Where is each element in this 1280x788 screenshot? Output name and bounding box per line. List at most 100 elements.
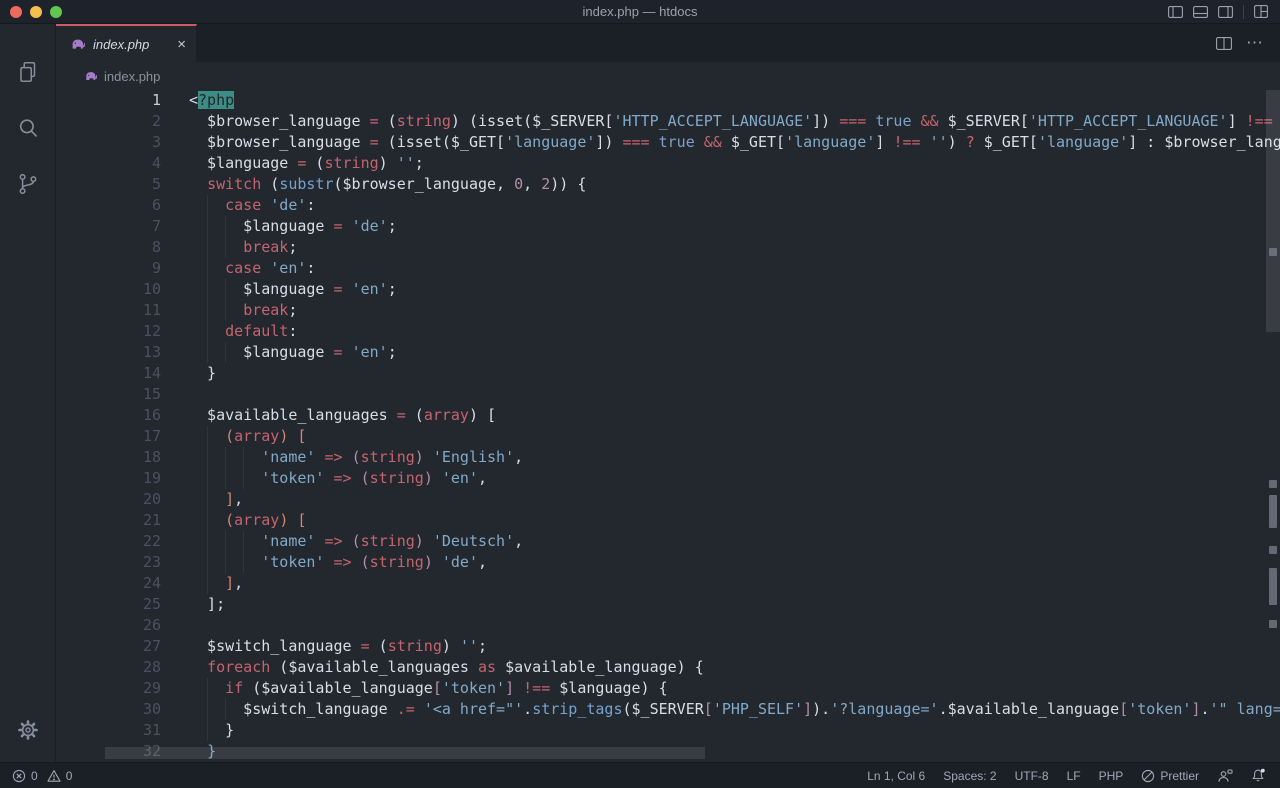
code-line[interactable]: 15 — [56, 384, 1280, 405]
horizontal-scrollbar[interactable] — [105, 747, 705, 759]
code-text[interactable]: 'name' => (string) 'English', — [161, 447, 1280, 468]
indentation-status[interactable]: Spaces: 2 — [943, 769, 996, 783]
code-line[interactable]: 29 if ($available_language['token'] !== … — [56, 678, 1280, 699]
code-text[interactable]: 'token' => (string) 'de', — [161, 552, 1280, 573]
code-text[interactable]: } — [161, 720, 1280, 741]
code-line[interactable]: 25 ]; — [56, 594, 1280, 615]
code-text[interactable]: 'name' => (string) 'Deutsch', — [161, 531, 1280, 552]
code-line[interactable]: 13 $language = 'en'; — [56, 342, 1280, 363]
line-number: 27 — [142, 637, 161, 655]
code-line[interactable]: 21 (array) [ — [56, 510, 1280, 531]
feedback-button[interactable] — [1217, 768, 1233, 783]
code-line[interactable]: 18 'name' => (string) 'English', — [56, 447, 1280, 468]
code-text[interactable]: $browser_language = (isset($_GET['langua… — [161, 132, 1280, 153]
eol-status[interactable]: LF — [1067, 769, 1081, 783]
notifications-button[interactable] — [1251, 768, 1266, 783]
problems-status[interactable]: 0 0 — [12, 769, 72, 783]
code-text[interactable]: (array) [ — [161, 426, 1280, 447]
encoding-status[interactable]: UTF-8 — [1015, 769, 1049, 783]
code-text[interactable]: $language = (string) ''; — [161, 153, 1280, 174]
code-text[interactable]: ], — [161, 489, 1280, 510]
code-text[interactable]: <?php — [161, 90, 1280, 111]
code-text[interactable]: ]; — [161, 594, 1280, 615]
split-editor-button[interactable] — [1216, 36, 1232, 50]
code-line[interactable]: 3 $browser_language = (isset($_GET['lang… — [56, 132, 1280, 153]
indent-guide — [207, 447, 209, 468]
code-line[interactable]: 11 break; — [56, 300, 1280, 321]
code-text[interactable]: $available_languages = (array) [ — [161, 405, 1280, 426]
code-line[interactable]: 14 } — [56, 363, 1280, 384]
code-text[interactable]: (array) [ — [161, 510, 1280, 531]
code-text[interactable] — [161, 615, 1280, 636]
code-line[interactable]: 19 'token' => (string) 'en', — [56, 468, 1280, 489]
line-number: 11 — [142, 301, 161, 319]
indent-guide — [243, 468, 245, 489]
code-line[interactable]: 10 $language = 'en'; — [56, 279, 1280, 300]
toggle-secondary-sidebar-button[interactable] — [1218, 5, 1233, 18]
code-line[interactable]: 27 $switch_language = (string) ''; — [56, 636, 1280, 657]
breadcrumb-file[interactable]: index.php — [104, 69, 160, 84]
code-line[interactable]: 22 'name' => (string) 'Deutsch', — [56, 531, 1280, 552]
cursor-position-status[interactable]: Ln 1, Col 6 — [867, 769, 925, 783]
code-line[interactable]: 23 'token' => (string) 'de', — [56, 552, 1280, 573]
tab-index-php[interactable]: index.php × — [56, 24, 197, 62]
activity-source-control-button[interactable] — [6, 160, 50, 208]
close-window-button[interactable] — [10, 5, 22, 18]
code-text[interactable]: break; — [161, 237, 1280, 258]
code-editor[interactable]: 1 <?php 2 $browser_language = (string) (is… — [56, 90, 1280, 762]
code-line[interactable]: 5 switch (substr($browser_language, 0, 2… — [56, 174, 1280, 195]
activity-settings-button[interactable] — [6, 706, 50, 754]
toggle-panel-button[interactable] — [1193, 5, 1208, 18]
code-line[interactable]: 20 ], — [56, 489, 1280, 510]
minimize-window-button[interactable] — [30, 5, 42, 18]
code-line[interactable]: 31 } — [56, 720, 1280, 741]
indent-guide — [207, 510, 209, 531]
code-text[interactable]: break; — [161, 300, 1280, 321]
code-text[interactable]: default: — [161, 321, 1280, 342]
code-text[interactable]: } — [161, 363, 1280, 384]
code-line[interactable]: 30 $switch_language .= '<a href="'.strip… — [56, 699, 1280, 720]
code-text[interactable]: 'token' => (string) 'en', — [161, 468, 1280, 489]
indent-guide — [207, 699, 209, 720]
line-number: 17 — [142, 427, 161, 445]
code-line[interactable]: 9 case 'en': — [56, 258, 1280, 279]
code-text[interactable]: ], — [161, 573, 1280, 594]
code-text[interactable]: $language = 'de'; — [161, 216, 1280, 237]
activity-search-button[interactable] — [6, 104, 50, 152]
code-text[interactable]: switch (substr($browser_language, 0, 2))… — [161, 174, 1280, 195]
code-line[interactable]: 28 foreach ($available_languages as $ava… — [56, 657, 1280, 678]
close-icon[interactable]: × — [177, 37, 186, 52]
code-line[interactable]: 4 $language = (string) ''; — [56, 153, 1280, 174]
line-number: 6 — [151, 196, 161, 214]
code-line[interactable]: 7 $language = 'de'; — [56, 216, 1280, 237]
code-line[interactable]: 24 ], — [56, 573, 1280, 594]
code-text[interactable]: $switch_language .= '<a href="'.strip_ta… — [161, 699, 1280, 720]
toggle-primary-sidebar-button[interactable] — [1168, 5, 1183, 18]
formatter-status[interactable]: Prettier — [1141, 769, 1199, 783]
code-text[interactable] — [161, 384, 1280, 405]
code-text[interactable]: $language = 'en'; — [161, 279, 1280, 300]
code-text[interactable]: $browser_language = (string) (isset($_SE… — [161, 111, 1280, 132]
code-text[interactable]: case 'de': — [161, 195, 1280, 216]
code-line[interactable]: 2 $browser_language = (string) (isset($_… — [56, 111, 1280, 132]
code-line[interactable]: 1 <?php — [56, 90, 1280, 111]
formatter-label: Prettier — [1160, 768, 1199, 783]
code-line[interactable]: 16 $available_languages = (array) [ — [56, 405, 1280, 426]
code-line[interactable]: 12 default: — [56, 321, 1280, 342]
code-text[interactable]: if ($available_language['token'] !== $la… — [161, 678, 1280, 699]
customize-layout-button[interactable] — [1254, 5, 1268, 18]
code-line[interactable]: 26 — [56, 615, 1280, 636]
code-text[interactable]: $switch_language = (string) ''; — [161, 636, 1280, 657]
code-text[interactable]: foreach ($available_languages as $availa… — [161, 657, 1280, 678]
zoom-window-button[interactable] — [50, 5, 62, 18]
vertical-scrollbar[interactable] — [1266, 90, 1280, 332]
code-line[interactable]: 8 break; — [56, 237, 1280, 258]
code-line[interactable]: 6 case 'de': — [56, 195, 1280, 216]
indent-guide — [243, 531, 245, 552]
code-text[interactable]: case 'en': — [161, 258, 1280, 279]
activity-explorer-button[interactable] — [6, 48, 50, 96]
language-mode-status[interactable]: PHP — [1099, 769, 1124, 783]
code-line[interactable]: 17 (array) [ — [56, 426, 1280, 447]
code-text[interactable]: $language = 'en'; — [161, 342, 1280, 363]
more-actions-icon[interactable]: ⋯ — [1246, 33, 1264, 53]
